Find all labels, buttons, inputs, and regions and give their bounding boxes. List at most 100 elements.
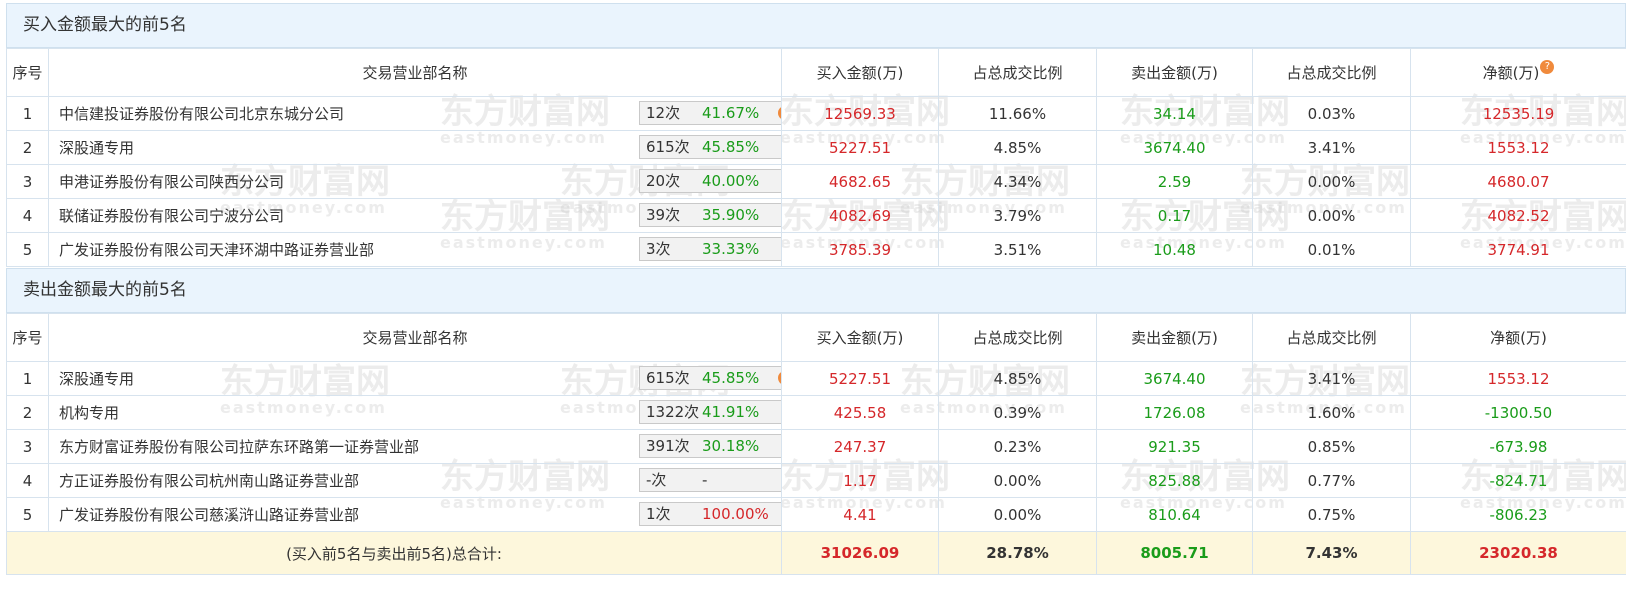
branch-stats-box: 3次 33.33% [639,237,781,261]
buy-ratio: 0.00% [938,497,1097,532]
sell-table: 序号 交易营业部名称 买入金额(万) 占总成交比例 卖出金额(万) 占总成交比例… [6,313,1626,575]
listing-count: 12次 [646,104,681,122]
row-index: 3 [6,429,49,464]
sell-amount: 0.17 [1096,198,1253,233]
header-net-label: 净额(万) [1482,64,1540,82]
total-buy-ratio: 28.78% [938,531,1097,575]
branch-name[interactable]: 深股通专用 [59,139,134,157]
branch-stats-box: 1322次 41.91% [639,400,781,424]
buy-table-header: 序号 交易营业部名称 买入金额(万) 占总成交比例 卖出金额(万) 占总成交比例… [6,48,1626,97]
buy-amount: 425.58 [781,395,939,430]
total-net-amount: 23020.38 [1410,531,1626,575]
win-rate: 35.90% [702,206,760,224]
listing-count: 391次 [646,437,690,455]
net-amount: 12535.19 [1410,96,1626,131]
table-row: 4 联储证券股份有限公司宁波分公司 39次 35.90% 4082.69 3.79% 0.1… [6,198,1626,233]
branch-name[interactable]: 申港证券股份有限公司陕西分公司 [59,173,284,191]
buy-ratio: 3.51% [938,232,1097,267]
buy-amount: 4.41 [781,497,939,532]
header-sell-amount: 卖出金额(万) [1096,48,1253,97]
total-label: (买入前5名与卖出前5名)总合计: [6,531,782,575]
buy-ratio: 3.79% [938,198,1097,233]
header-index: 序号 [6,313,49,362]
net-amount: 4082.52 [1410,198,1626,233]
header-buy-amount: 买入金额(万) [781,313,939,362]
row-index: 5 [6,497,49,532]
buy-ratio: 4.85% [938,361,1097,396]
listing-count: 3次 [646,240,671,258]
sell-section-title: 卖出金额最大的前5名 [6,268,1626,313]
win-rate: - [702,471,708,489]
branch-name-cell: 申港证券股份有限公司陕西分公司 20次 40.00% [48,164,782,199]
win-rate: 41.91% [702,403,760,421]
buy-section-title: 买入金额最大的前5名 [6,3,1626,48]
row-index: 5 [6,232,49,267]
branch-stats-box: 391次 30.18% [639,434,781,458]
buy-amount: 1.17 [781,463,939,498]
branch-name-cell: 联储证券股份有限公司宁波分公司 39次 35.90% [48,198,782,233]
row-index: 3 [6,164,49,199]
table-row: 3 东方财富证券股份有限公司拉萨东环路第一证券营业部 391次 30.18% 247.3… [6,429,1626,464]
branch-name-cell: 广发证券股份有限公司天津环湖中路证券营业部 3次 33.33% [48,232,782,267]
sell-ratio: 3.41% [1252,130,1411,165]
sell-amount: 3674.40 [1096,361,1253,396]
branch-stats-box: -次 - [639,468,781,492]
row-index: 4 [6,198,49,233]
sell-ratio: 0.03% [1252,96,1411,131]
sell-amount: 921.35 [1096,429,1253,464]
sell-ratio: 1.60% [1252,395,1411,430]
win-rate: 33.33% [702,240,760,258]
sell-ratio: 0.75% [1252,497,1411,532]
listing-count: 1次 [646,505,671,523]
header-buy-ratio: 占总成交比例 [938,313,1097,362]
header-buy-ratio: 占总成交比例 [938,48,1097,97]
branch-name-cell: 机构专用 1322次 41.91% [48,395,782,430]
listing-count: 39次 [646,206,681,224]
win-rate: 30.18% [702,437,760,455]
total-row: (买入前5名与卖出前5名)总合计: 31026.09 28.78% 8005.7… [6,531,1626,575]
buy-ratio: 4.85% [938,130,1097,165]
sell-ratio: 3.41% [1252,361,1411,396]
branch-name[interactable]: 广发证券股份有限公司天津环湖中路证券营业部 [59,241,374,259]
branch-name[interactable]: 方正证券股份有限公司杭州南山路证券营业部 [59,472,359,490]
row-index: 2 [6,130,49,165]
sell-amount: 3674.40 [1096,130,1253,165]
branch-name[interactable]: 机构专用 [59,404,119,422]
listing-count: 615次 [646,369,690,387]
branch-name[interactable]: 东方财富证券股份有限公司拉萨东环路第一证券营业部 [59,438,419,456]
net-amount: 1553.12 [1410,130,1626,165]
row-index: 4 [6,463,49,498]
buy-amount: 4682.65 [781,164,939,199]
help-icon[interactable]: ? [1540,60,1555,74]
branch-stats-box: 615次 45.85%? [639,366,781,390]
listing-count: 1322次 [646,403,700,421]
table-row: 1 深股通专用 615次 45.85%?5227.514.85%3674.403.41… [6,361,1626,396]
buy-amount: 12569.33 [781,96,939,131]
branch-name-cell: 深股通专用 615次 45.85% [48,130,782,165]
buy-amount: 5227.51 [781,130,939,165]
branch-stats-box: 1次 100.00% [639,502,781,526]
help-icon[interactable]: ? [778,371,781,385]
sell-ratio: 0.00% [1252,198,1411,233]
table-row: 2 机构专用 1322次 41.91% 425.58 0.39% 1726.08 1.60% -… [6,395,1626,430]
table-row: 4 方正证券股份有限公司杭州南山路证券营业部 -次 - 1.17 0.00% 825.88 0… [6,463,1626,498]
buy-ratio: 11.66% [938,96,1097,131]
net-amount: 4680.07 [1410,164,1626,199]
sell-amount: 810.64 [1096,497,1253,532]
branch-name[interactable]: 广发证券股份有限公司慈溪浒山路证券营业部 [59,506,359,524]
win-rate: 41.67% [702,104,760,122]
listing-count: 20次 [646,172,681,190]
branch-name[interactable]: 中信建投证券股份有限公司北京东城分公司 [59,105,344,123]
sell-ratio: 0.01% [1252,232,1411,267]
branch-name[interactable]: 深股通专用 [59,370,134,388]
branch-name-cell: 方正证券股份有限公司杭州南山路证券营业部 -次 - [48,463,782,498]
header-buy-amount: 买入金额(万) [781,48,939,97]
help-icon[interactable]: ? [778,106,781,120]
branch-name[interactable]: 联储证券股份有限公司宁波分公司 [59,207,284,225]
branch-name-cell: 广发证券股份有限公司慈溪浒山路证券营业部 1次 100.00% [48,497,782,532]
branch-stats-box: 20次 40.00% [639,169,781,193]
branch-name-cell: 中信建投证券股份有限公司北京东城分公司 12次 41.67%? [48,96,782,131]
sell-amount: 2.59 [1096,164,1253,199]
listing-count: 615次 [646,138,690,156]
branch-name-cell: 东方财富证券股份有限公司拉萨东环路第一证券营业部 391次 30.18% [48,429,782,464]
